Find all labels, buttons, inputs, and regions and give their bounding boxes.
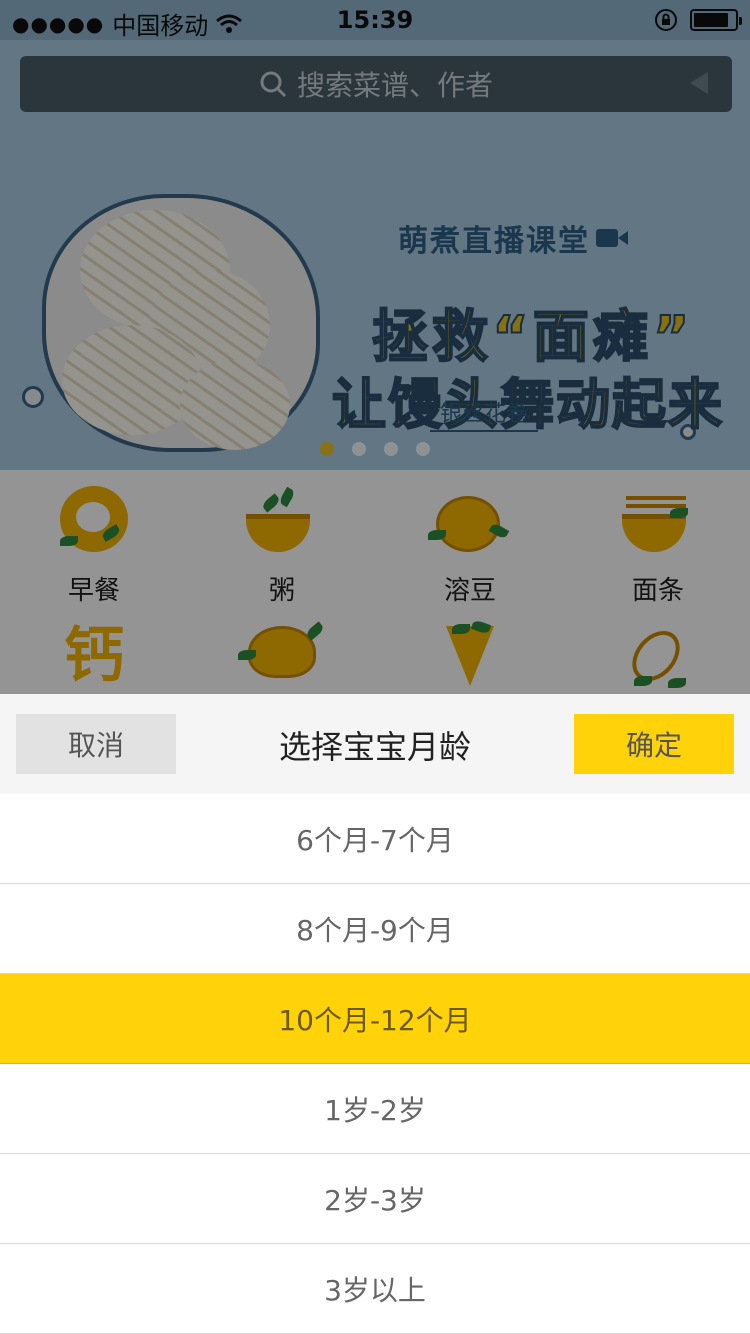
age-option[interactable]: 6个月-7个月 [0,794,750,884]
age-option[interactable]: 2岁-3岁 [0,1154,750,1244]
age-option-selected[interactable]: 10个月-12个月 [0,974,750,1064]
picker-header: 取消 选择宝宝月龄 确定 [0,694,750,794]
age-picker-sheet: 取消 选择宝宝月龄 确定 6个月-7个月 8个月-9个月 10个月-12个月 1… [0,694,750,1334]
age-option[interactable]: 3岁以上 [0,1244,750,1334]
confirm-button[interactable]: 确定 [574,714,734,774]
age-option[interactable]: 1岁-2岁 [0,1064,750,1154]
age-option-list: 6个月-7个月 8个月-9个月 10个月-12个月 1岁-2岁 2岁-3岁 3岁… [0,794,750,1334]
modal-backdrop[interactable] [0,0,750,694]
age-option[interactable]: 8个月-9个月 [0,884,750,974]
